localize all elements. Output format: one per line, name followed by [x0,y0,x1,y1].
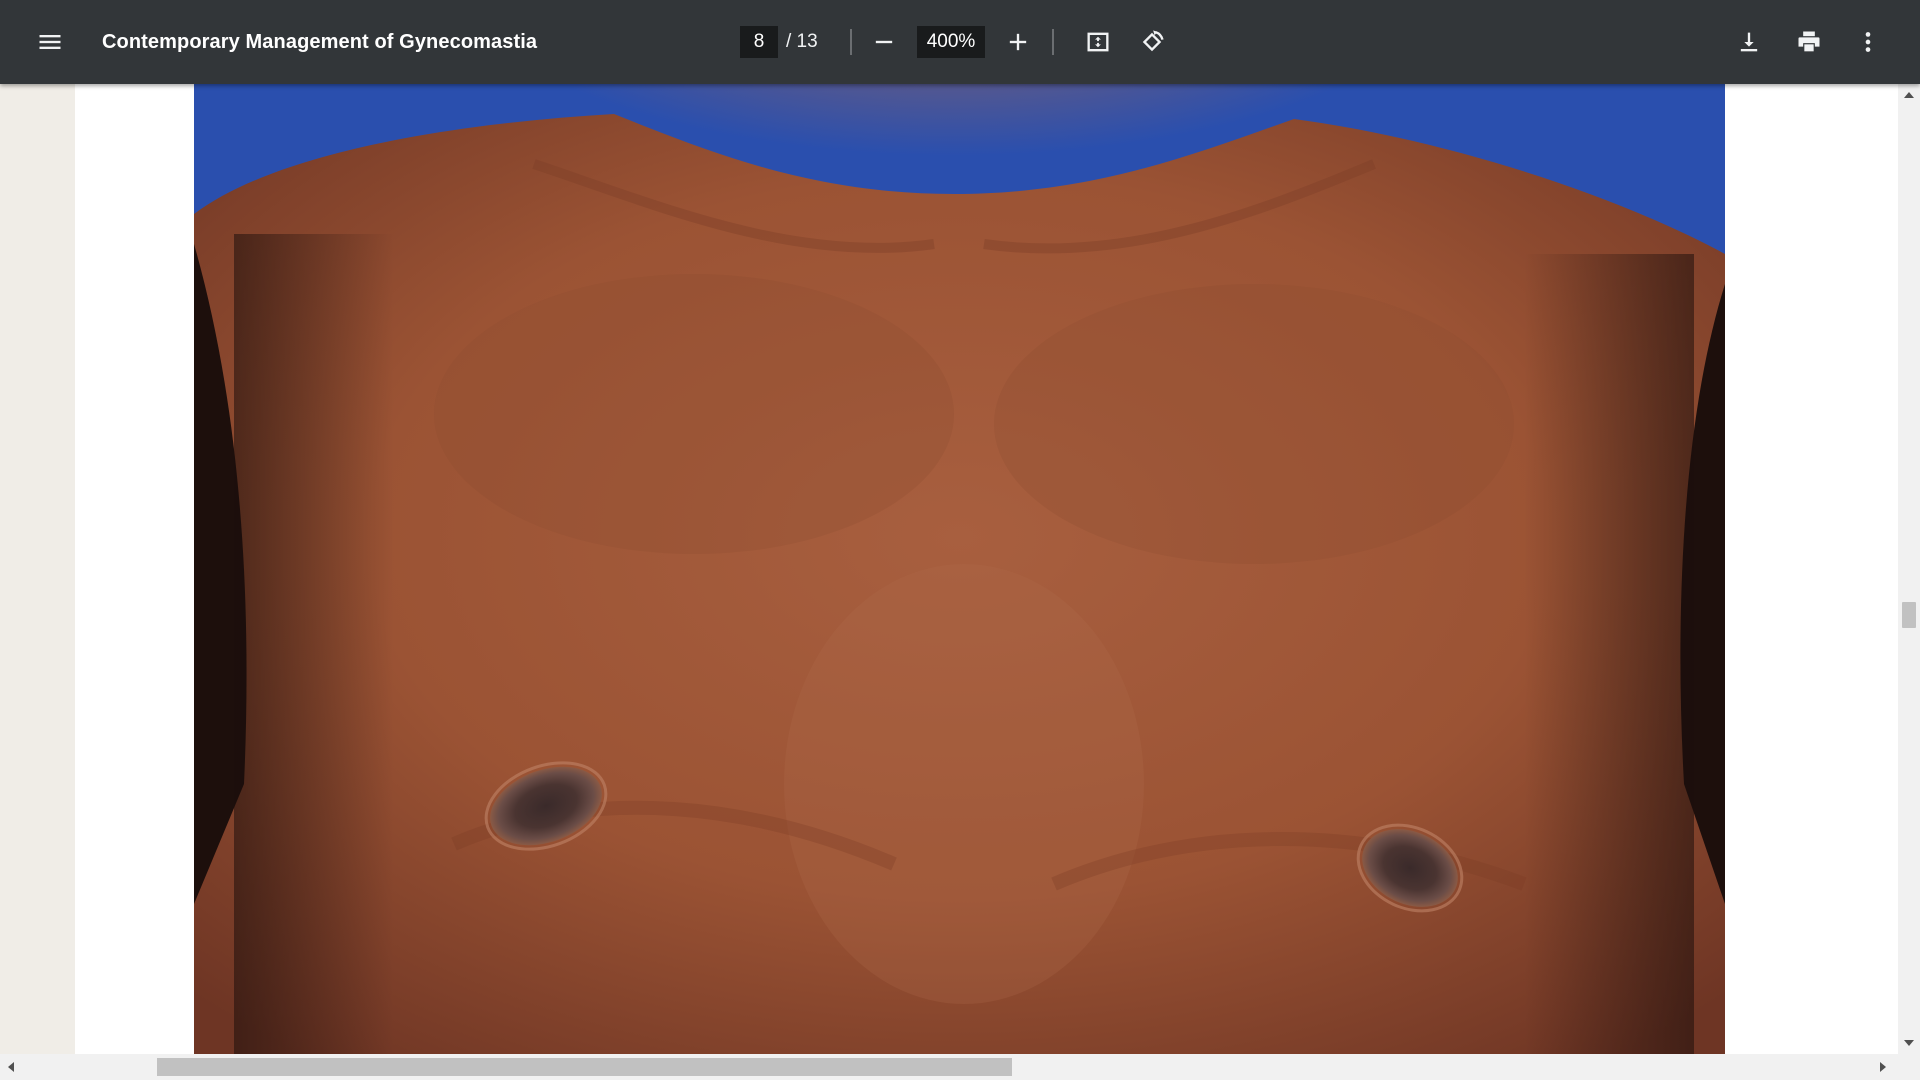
download-button[interactable] [1727,20,1771,64]
vertical-scrollbar[interactable] [1898,84,1920,1054]
fit-to-page-button[interactable] [1076,20,1120,64]
scroll-up-arrow-icon[interactable] [1904,92,1914,98]
rotate-counterclockwise-icon [1142,30,1164,52]
viewer-background [0,84,75,1054]
horizontal-scroll-thumb[interactable] [157,1058,1012,1076]
pdf-viewer-area[interactable] [0,84,1898,1054]
more-actions-button[interactable] [1846,20,1890,64]
pdf-toolbar: Contemporary Management of Gynecomastia … [0,0,1920,84]
pdf-page [75,84,1898,1054]
toolbar-divider [1052,29,1054,55]
vertical-scroll-thumb[interactable] [1902,602,1916,628]
minus-icon [875,40,893,44]
zoom-level-input[interactable]: 400% [917,26,985,58]
horizontal-scrollbar[interactable] [0,1054,1920,1080]
print-button[interactable] [1787,20,1831,64]
plus-icon [1009,33,1027,51]
page-number-input[interactable]: 8 [740,26,778,58]
scroll-left-arrow-icon[interactable] [8,1062,14,1072]
clinical-photo-chest [194,84,1725,1054]
rotate-button[interactable] [1130,20,1174,64]
document-title: Contemporary Management of Gynecomastia [102,30,538,53]
scroll-down-arrow-icon[interactable] [1904,1040,1914,1046]
zoom-in-button[interactable] [996,20,1040,64]
hamburger-menu-icon [39,35,61,49]
chest-photo-illustration [194,84,1725,1054]
zoom-out-button[interactable] [862,20,906,64]
menu-button[interactable] [28,20,72,64]
download-icon [1740,32,1758,52]
more-vertical-icon [1865,32,1871,52]
print-icon [1798,31,1820,52]
scroll-right-arrow-icon[interactable] [1880,1062,1886,1072]
fit-to-page-icon [1087,32,1109,52]
page-total: / 13 [786,31,818,52]
toolbar-divider [850,29,852,55]
